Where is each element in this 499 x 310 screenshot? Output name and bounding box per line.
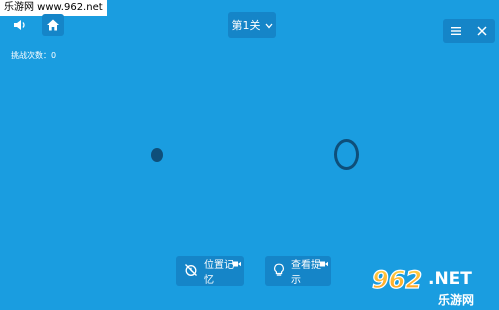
view-hint-label: 查看提示 <box>291 260 321 286</box>
window-controls <box>443 19 495 43</box>
sound-button[interactable] <box>9 14 31 36</box>
challenge-count: 挑战次数：0 <box>11 51 57 60</box>
svg-text:962: 962 <box>372 266 422 294</box>
level-label: 第1关 <box>231 19 261 32</box>
clock-off-icon <box>184 263 198 280</box>
level-selector[interactable]: 第1关 <box>228 12 276 38</box>
video-icon <box>320 259 328 270</box>
home-button[interactable] <box>42 14 64 36</box>
chevron-down-icon <box>265 19 273 32</box>
video-icon <box>233 259 241 270</box>
game-screen: 乐游网 www.962.net 第1关 挑战次数：0 位置记忆 查看提示 962… <box>0 0 499 310</box>
svg-text:.NET: .NET <box>428 269 472 289</box>
player-dot[interactable] <box>151 148 163 162</box>
lightbulb-icon <box>273 263 285 280</box>
speaker-icon <box>13 18 27 32</box>
target-ring <box>334 139 359 170</box>
close-icon[interactable] <box>476 22 488 41</box>
menu-icon[interactable] <box>450 22 462 41</box>
view-hint-button[interactable]: 查看提示 <box>265 256 331 286</box>
svg-text:乐游网: 乐游网 <box>438 292 474 307</box>
position-memory-label: 位置记忆 <box>204 260 234 286</box>
site-logo: 962 .NET 乐游网 <box>368 262 499 310</box>
home-icon <box>46 18 60 32</box>
position-memory-button[interactable]: 位置记忆 <box>176 256 244 286</box>
